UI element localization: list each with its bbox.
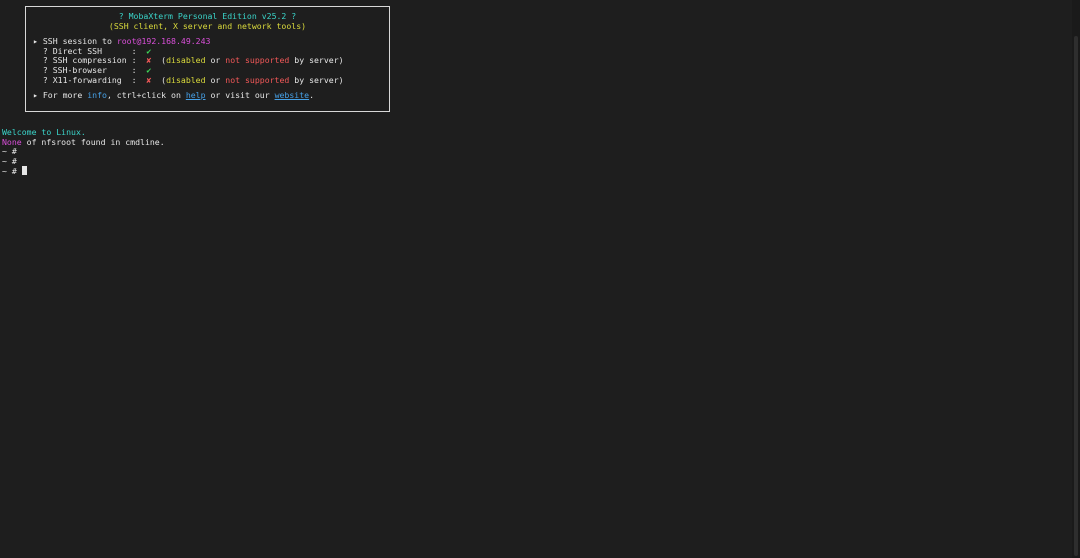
info-end: .	[309, 90, 315, 101]
text-cursor	[21, 166, 27, 176]
feature-label: ? SSH-browser :	[33, 64, 147, 75]
banner-subtitle: (SSH client, X server and network tools)	[108, 20, 307, 31]
info-mid: , ctrl+click on	[106, 90, 186, 101]
note-open: (	[151, 74, 167, 85]
feature-label: ? SSH compression :	[33, 55, 147, 66]
nfsroot-rest: of nfsroot found in cmdline.	[21, 136, 165, 147]
disabled-text: disabled	[166, 55, 206, 66]
terminal-window[interactable]: ? MobaXterm Personal Edition v25.2 ? (SS…	[0, 0, 1072, 558]
by-server-text: by server)	[289, 55, 344, 66]
note-open: (	[151, 55, 167, 66]
info-prefix: ▸ For more	[33, 90, 88, 101]
check-icon: ✔	[146, 45, 152, 56]
info-word: info	[87, 90, 107, 101]
feature-label: ? X11-forwarding :	[33, 74, 147, 85]
not-supported-text: not supported	[225, 74, 290, 85]
feature-x11-forwarding: ? X11-forwarding : ✘ (disabled or not su…	[33, 74, 389, 86]
session-prefix: ▸ SSH session to	[33, 36, 117, 47]
active-prompt-line[interactable]: ~ #	[2, 166, 165, 176]
or-text: or	[205, 55, 226, 66]
shell-prompt: ~ #	[2, 155, 17, 166]
info-mid2: or visit our	[205, 90, 275, 101]
help-link[interactable]: help	[186, 90, 206, 100]
by-server-text: by server)	[289, 74, 344, 85]
info-line: ▸ For more info, ctrl+click on help or v…	[33, 90, 389, 101]
welcome-banner: ? MobaXterm Personal Edition v25.2 ? (SS…	[25, 6, 390, 112]
check-icon: ✔	[146, 64, 152, 75]
or-text: or	[205, 74, 226, 85]
scrollbar-thumb[interactable]	[1074, 36, 1078, 556]
vertical-scrollbar[interactable]	[1072, 0, 1080, 558]
shell-prompt: ~ #	[2, 166, 22, 177]
feature-label: ? Direct SSH :	[33, 45, 147, 56]
shell-prompt: ~ #	[2, 146, 17, 157]
terminal-output: Welcome to Linux. None of nfsroot found …	[2, 127, 165, 176]
disabled-text: disabled	[166, 74, 206, 85]
session-host: root@192.168.49.243	[116, 36, 211, 47]
nfsroot-message: None of nfsroot found in cmdline.	[2, 136, 165, 148]
website-link[interactable]: website	[275, 90, 310, 100]
not-supported-text: not supported	[225, 55, 290, 66]
none-word: None	[2, 136, 22, 147]
